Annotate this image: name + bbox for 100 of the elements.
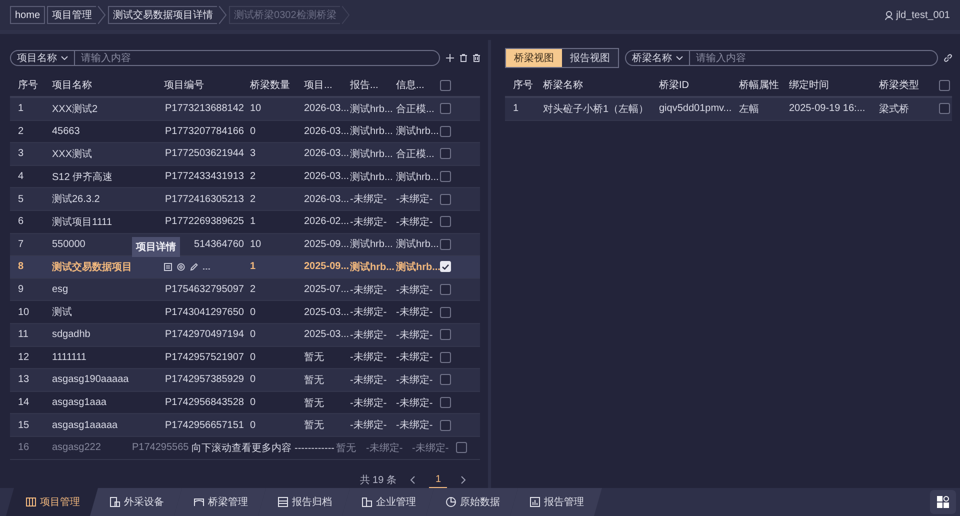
table-cell: P1743041297650	[165, 306, 244, 318]
link-icon[interactable]	[944, 54, 952, 62]
table-cell: 0	[250, 374, 256, 386]
table-cell: 0	[250, 126, 256, 137]
total-count: 共 19 条	[360, 474, 396, 486]
table-cell-text: -未绑定-	[350, 216, 387, 229]
table-cell: 2025-03...	[304, 306, 350, 318]
pencil-icon[interactable]	[190, 262, 198, 271]
checkbox[interactable]	[440, 171, 451, 182]
nav-tab[interactable]: 原始数据	[426, 488, 518, 516]
breadcrumb-link[interactable]: home	[10, 6, 46, 24]
trash-icon[interactable]	[460, 54, 467, 62]
table-cell: P1742956843528	[165, 397, 244, 408]
apps-icon	[937, 496, 949, 508]
checkbox[interactable]	[440, 216, 451, 228]
table-row[interactable]: 15 asgasg1aaaaa P1742956657151 0 暂无 -未绑定- -未绑定-	[10, 414, 480, 437]
table-cell: 0	[250, 352, 256, 363]
bridge-icon	[194, 497, 204, 507]
table-cell: P1772503621944	[165, 148, 244, 160]
trash-icon[interactable]	[473, 54, 480, 62]
table-cell-text: -未绑定-	[396, 216, 433, 229]
table-row[interactable]: 13 asgasg190aaaaa P1742957385929 0 暂无 -未绑定- -未绑定-	[10, 369, 480, 392]
table-cell: 13	[18, 374, 30, 386]
nav-tab[interactable]: 报告归档	[258, 488, 350, 516]
table-cell-text: -未绑定-	[396, 396, 433, 410]
table-cell-text: 暂无	[304, 350, 324, 364]
pie-chart-icon	[446, 497, 456, 507]
document-icon[interactable]	[164, 262, 172, 271]
nav-tab[interactable]: 桥梁管理	[174, 488, 266, 516]
table-cell-text: 测试hrb...	[350, 170, 393, 184]
chevron-left-icon[interactable]	[410, 476, 416, 484]
table-row[interactable]: 1 XXX测试2 P1773213688142 10 2026-03...测试hrb... 合正模...	[10, 98, 480, 121]
table-cell: P1773207784166	[165, 126, 244, 137]
table-cell: P1742957521907	[165, 352, 244, 363]
table-cell-text: -未绑定-	[350, 192, 387, 206]
checkbox[interactable]	[440, 397, 451, 408]
table-cell-text: 测试hrb...	[396, 170, 439, 184]
device-icon	[110, 497, 120, 507]
checkbox[interactable]	[440, 420, 451, 431]
table-cell: 0	[250, 420, 256, 431]
apps-button[interactable]	[930, 490, 956, 514]
table-row[interactable]: 3 XXX测试 P1772503621944 3 2026-03...测试hrb... 合正模...	[10, 143, 480, 166]
checkbox[interactable]	[456, 442, 467, 454]
table-row[interactable]: 5 测试26.3.2 P1772416305213 2 2026-03...-未绑定- -未绑定-	[10, 188, 480, 211]
table-row[interactable]: 1 对头砬子小桥1（左幅） giqv5dd01pmv... 左幅 2025-09-19 16:... 梁式桥	[505, 98, 952, 121]
table-cell: P1772269389625	[165, 216, 244, 228]
filter-dropdown[interactable]: 项目名称	[11, 51, 75, 65]
table-cell: 12	[18, 352, 30, 363]
filter-dropdown[interactable]: 桥梁名称	[626, 51, 690, 65]
table-cell-text: 测试hrb...	[396, 238, 439, 252]
checkbox[interactable]	[939, 80, 950, 90]
checkbox[interactable]	[939, 103, 950, 114]
table-cell: 2025-09-19 16:...	[789, 103, 866, 114]
table-cell-text: 梁式桥	[879, 102, 909, 116]
table-cell-text: -未绑定-	[350, 350, 387, 364]
table-cell-text: 暂无	[304, 374, 324, 387]
checkbox[interactable]	[440, 329, 451, 340]
nav-tab[interactable]: 企业管理	[342, 488, 434, 516]
table-row[interactable]: 11 sdgadhb P1742970497194 0 2025-03...-未绑定- -未绑定-	[10, 324, 480, 347]
checkbox[interactable]	[440, 306, 451, 318]
table-cell-text: 测试hrb...	[350, 260, 394, 274]
checkbox[interactable]	[440, 194, 451, 205]
checkbox[interactable]	[440, 352, 451, 363]
table-cell: 2026-03...	[304, 126, 350, 137]
table-row[interactable]: 16 asgasg222 P174295565 向下滚动查看更多内容 ------------暂无 -未绑定- -未绑定-	[10, 436, 480, 460]
checkbox[interactable]	[440, 80, 451, 90]
table-cell-text: 合正模...	[396, 148, 434, 161]
plus-icon[interactable]	[446, 54, 454, 62]
checkbox[interactable]	[440, 238, 451, 250]
table-cell-text: -未绑定-	[350, 418, 387, 432]
chevron-right-icon	[219, 6, 228, 24]
table-cell-text: -未绑定-	[366, 442, 403, 455]
checkbox[interactable]	[440, 374, 451, 386]
chevron-right-icon	[98, 6, 106, 24]
column-header: 桥梁名称	[543, 78, 583, 92]
table-cell-text: -未绑定-	[396, 306, 433, 320]
table-cell: 1111111	[52, 352, 86, 363]
breadcrumb-link[interactable]: 项目管理	[47, 6, 96, 24]
table-cell: P1773213688142	[165, 103, 244, 114]
table-cell-text: -未绑定-	[396, 284, 433, 297]
table-cell: P1754632795097	[165, 284, 244, 296]
nav-tab[interactable]: 外采设备	[90, 488, 182, 516]
breadcrumb-link[interactable]: 测试交易数据项目详情	[108, 6, 218, 24]
bar-chart-icon	[530, 497, 540, 507]
view-tab[interactable]: 报告视图	[562, 49, 618, 67]
table-cell: 10	[18, 306, 30, 318]
table-cell: 0	[250, 397, 256, 408]
checkbox[interactable]	[440, 126, 451, 137]
table-cell-text: -未绑定-	[350, 284, 387, 297]
nav-tab[interactable]: 报告管理	[510, 488, 602, 516]
view-tab[interactable]: 桥梁视图	[506, 49, 562, 67]
table-cell: 1	[250, 216, 256, 228]
checkbox[interactable]	[440, 284, 451, 296]
checkbox[interactable]	[440, 148, 451, 160]
table-row[interactable]: 9 esg P1754632795097 2 2025-07...-未绑定- -未绑定-	[10, 278, 480, 302]
nav-tab[interactable]: 项目管理	[6, 488, 98, 516]
chevron-right-icon[interactable]	[461, 476, 466, 484]
table-cell: 10	[250, 238, 262, 250]
table-cell-text: -未绑定-	[396, 328, 433, 342]
checkbox[interactable]	[440, 103, 451, 114]
